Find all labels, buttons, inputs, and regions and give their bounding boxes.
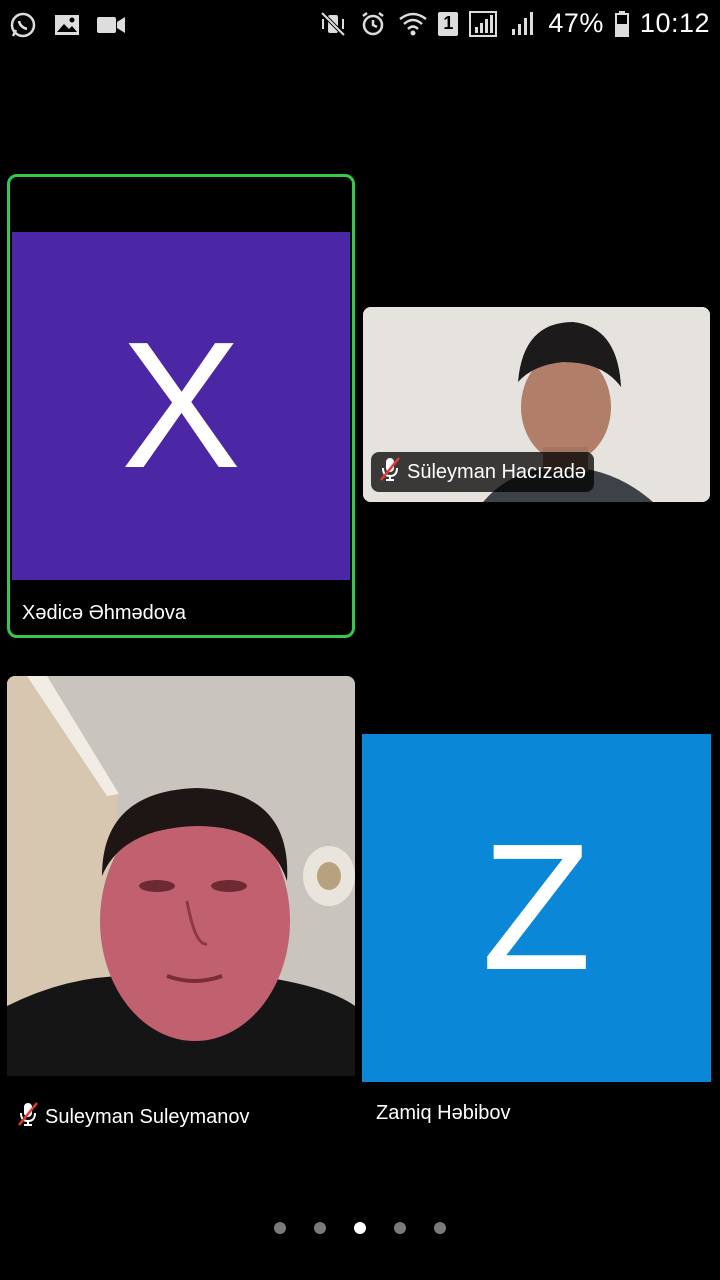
participant-tile-video[interactable]: Süleyman Hacızadə xyxy=(363,307,710,502)
participant-tile-video[interactable]: Suleyman Suleymanov xyxy=(7,676,355,1141)
clock-time: 10:12 xyxy=(639,8,710,38)
signal-bars-icon xyxy=(508,9,538,39)
participant-name: Xədicə Əhmədova xyxy=(22,602,187,624)
battery-icon xyxy=(614,9,630,39)
muted-mic-icon xyxy=(379,456,401,488)
vibrate-mute-icon xyxy=(318,9,348,39)
participant-name-label: Zamiq Həbibov xyxy=(376,1102,511,1125)
avatar: Z xyxy=(362,734,711,1082)
page-dot-5[interactable] xyxy=(434,1222,446,1234)
participant-name: Süleyman Hacızadə xyxy=(407,460,586,483)
avatar-initial: Z xyxy=(481,807,592,1008)
participant-name-label: Süleyman Hacızadə xyxy=(371,452,594,492)
page-dot-1[interactable] xyxy=(274,1222,286,1234)
signal-icon xyxy=(468,9,498,39)
alarm-icon xyxy=(358,9,388,39)
status-bar: 1 47% 10:12 xyxy=(0,0,720,50)
participant-video xyxy=(7,676,355,1076)
page-dot-4[interactable] xyxy=(394,1222,406,1234)
wifi-icon xyxy=(398,9,428,39)
participant-name: Suleyman Suleymanov xyxy=(45,1105,250,1128)
page-dot-3-active[interactable] xyxy=(354,1222,366,1234)
participant-tile[interactable]: Z Zamiq Həbibov xyxy=(362,734,711,1141)
video-camera-icon xyxy=(96,10,126,40)
page-dot-2[interactable] xyxy=(314,1222,326,1234)
gallery-icon xyxy=(52,10,82,40)
participant-name-label: Xədicə Əhmədova xyxy=(22,602,186,625)
avatar-initial: X xyxy=(120,305,242,506)
whatsapp-icon xyxy=(8,10,38,40)
avatar: X xyxy=(12,232,350,580)
muted-mic-icon xyxy=(17,1101,39,1133)
participant-name: Zamiq Həbibov xyxy=(376,1102,511,1124)
participant-tile-active-speaker[interactable]: X Xədicə Əhmədova xyxy=(7,174,355,638)
sim-badge: 1 xyxy=(438,11,459,36)
battery-percent: 47% xyxy=(548,8,604,38)
participant-name-label: Suleyman Suleymanov xyxy=(17,1101,250,1133)
page-indicator[interactable] xyxy=(0,1222,720,1234)
